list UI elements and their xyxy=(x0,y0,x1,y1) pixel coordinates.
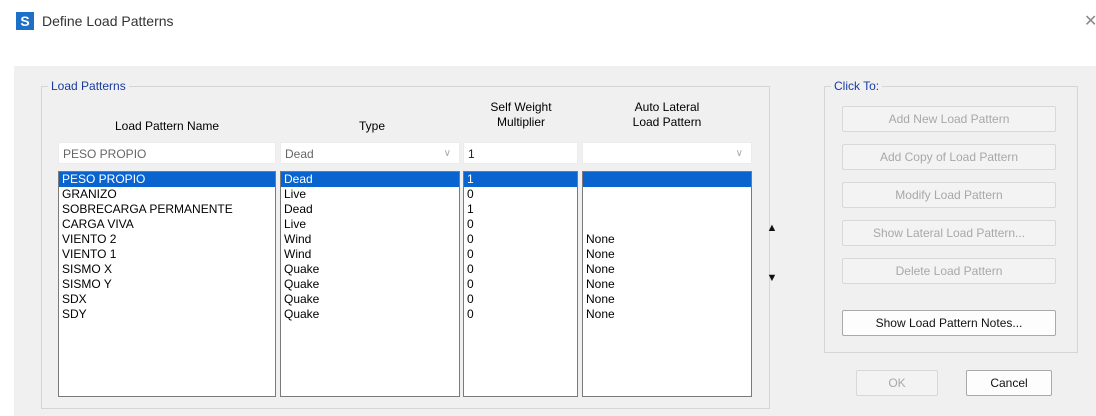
list-item-multiplier[interactable]: 0 xyxy=(464,292,577,307)
list-item-multiplier[interactable]: 1 xyxy=(464,172,577,187)
list-item-auto-lateral[interactable]: None xyxy=(583,232,751,247)
list-item-name[interactable]: GRANIZO xyxy=(59,187,275,202)
list-item-type[interactable]: Quake xyxy=(281,277,459,292)
list-item-auto-lateral[interactable]: None xyxy=(583,262,751,277)
header-self-weight-multiplier: Self Weight Multiplier xyxy=(464,100,578,130)
show-load-pattern-notes-button[interactable]: Show Load Pattern Notes... xyxy=(842,310,1056,336)
list-item-type[interactable]: Dead xyxy=(281,202,459,217)
list-item-type[interactable]: Quake xyxy=(281,262,459,277)
arrow-down-icon[interactable]: ▼ xyxy=(764,269,780,287)
type-select-value: Dead xyxy=(285,147,314,161)
self-weight-multiplier-list[interactable]: 1010000000 xyxy=(463,171,578,397)
chevron-down-icon: ∨ xyxy=(443,148,451,159)
chevron-down-icon: ∨ xyxy=(735,148,743,159)
auto-lateral-select[interactable]: ∨ xyxy=(582,142,752,164)
title-bar: S Define Load Patterns ✕ xyxy=(0,0,1096,44)
list-item-name[interactable]: SISMO Y xyxy=(59,277,275,292)
list-item-type[interactable]: Quake xyxy=(281,307,459,322)
list-item-multiplier[interactable]: 0 xyxy=(464,187,577,202)
list-item-auto-lateral[interactable] xyxy=(583,172,751,187)
load-pattern-name-input[interactable]: PESO PROPIO xyxy=(58,142,276,164)
ok-button[interactable]: OK xyxy=(856,370,938,396)
cancel-button[interactable]: Cancel xyxy=(966,370,1052,396)
delete-load-pattern-button[interactable]: Delete Load Pattern xyxy=(842,258,1056,284)
load-pattern-name-list[interactable]: PESO PROPIO GRANIZO SOBRECARGA PERMANENTE C… xyxy=(58,171,276,397)
window-title: Define Load Patterns xyxy=(42,13,174,29)
list-item-name[interactable]: VIENTO 2 xyxy=(59,232,275,247)
list-item-type[interactable]: Live xyxy=(281,187,459,202)
load-patterns-group-title: Load Patterns xyxy=(48,79,129,93)
list-item-auto-lateral[interactable]: None xyxy=(583,292,751,307)
list-item-auto-lateral[interactable] xyxy=(583,202,751,217)
list-item-type[interactable]: Quake xyxy=(281,292,459,307)
header-auto-lateral-line1: Auto Lateral xyxy=(634,100,700,114)
list-item-auto-lateral[interactable] xyxy=(583,187,751,202)
list-item-multiplier[interactable]: 0 xyxy=(464,217,577,232)
self-weight-multiplier-input[interactable]: 1 xyxy=(463,142,578,164)
type-select[interactable]: Dead ∨ xyxy=(280,142,460,164)
list-item-type[interactable]: Wind xyxy=(281,247,459,262)
list-item-name[interactable]: SDY xyxy=(59,307,275,322)
list-item-auto-lateral[interactable]: None xyxy=(583,277,751,292)
list-item-name[interactable]: SDX xyxy=(59,292,275,307)
list-item-multiplier[interactable]: 0 xyxy=(464,277,577,292)
list-item-type[interactable]: Live xyxy=(281,217,459,232)
close-icon[interactable]: ✕ xyxy=(1084,14,1096,30)
show-lateral-load-pattern-button[interactable]: Show Lateral Load Pattern... xyxy=(842,220,1056,246)
click-to-group-title: Click To: xyxy=(831,79,883,93)
list-item-multiplier[interactable]: 0 xyxy=(464,247,577,262)
list-item-name[interactable]: SISMO X xyxy=(59,262,275,277)
list-item-type[interactable]: Wind xyxy=(281,232,459,247)
list-item-name[interactable]: CARGA VIVA xyxy=(59,217,275,232)
header-self-weight-line2: Multiplier xyxy=(496,115,545,129)
list-item-multiplier[interactable]: 0 xyxy=(464,307,577,322)
header-load-pattern-name: Load Pattern Name xyxy=(114,119,220,133)
list-item-auto-lateral[interactable]: None xyxy=(583,307,751,322)
list-item-name[interactable]: VIENTO 1 xyxy=(59,247,275,262)
header-auto-lateral-line2: Load Pattern xyxy=(632,115,702,129)
add-new-load-pattern-button[interactable]: Add New Load Pattern xyxy=(842,106,1056,132)
dialog-client-area: Load Patterns Load Pattern Name Type Sel… xyxy=(14,66,1096,416)
list-item-auto-lateral[interactable] xyxy=(583,217,751,232)
header-type: Type xyxy=(358,119,385,133)
list-item-auto-lateral[interactable]: None xyxy=(583,247,751,262)
list-item-multiplier[interactable]: 0 xyxy=(464,232,577,247)
auto-lateral-list[interactable]: None None None None None None xyxy=(582,171,752,397)
type-list[interactable]: Dead Live Dead Live Wind Wind Quake Quake Quake Q… xyxy=(280,171,460,397)
header-self-weight-line1: Self Weight xyxy=(490,100,552,114)
list-item-type[interactable]: Dead xyxy=(281,172,459,187)
list-item-name[interactable]: SOBRECARGA PERMANENTE xyxy=(59,202,275,217)
list-item-multiplier[interactable]: 0 xyxy=(464,262,577,277)
list-item-name[interactable]: PESO PROPIO xyxy=(59,172,275,187)
arrow-up-icon[interactable]: ▲ xyxy=(764,219,780,237)
app-icon: S xyxy=(16,12,34,30)
list-item-multiplier[interactable]: 1 xyxy=(464,202,577,217)
add-copy-load-pattern-button[interactable]: Add Copy of Load Pattern xyxy=(842,144,1056,170)
header-auto-lateral-load-pattern: Auto Lateral Load Pattern xyxy=(582,100,752,130)
modify-load-pattern-button[interactable]: Modify Load Pattern xyxy=(842,182,1056,208)
